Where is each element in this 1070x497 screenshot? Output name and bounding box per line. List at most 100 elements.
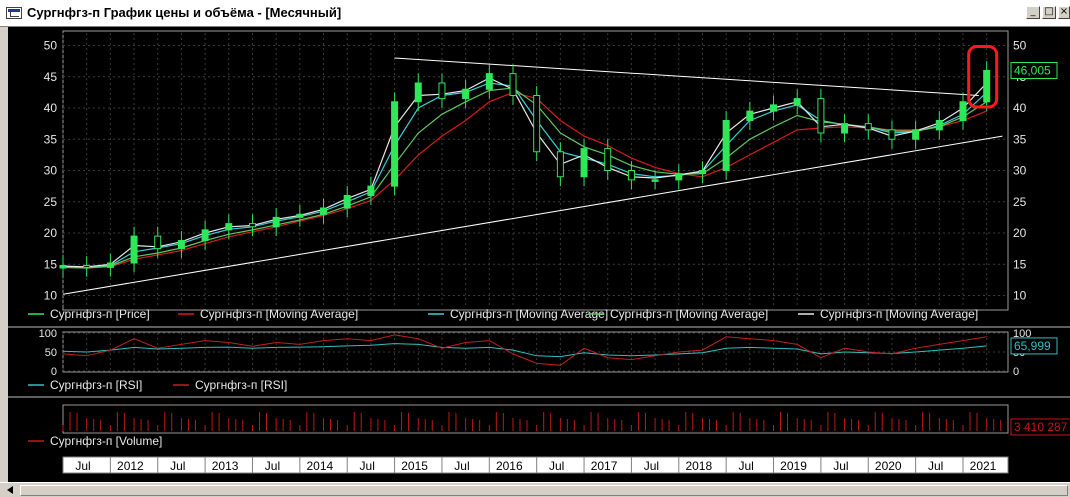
price-y-tick-left: 10	[44, 289, 58, 303]
x-axis-label: Jul	[75, 459, 90, 473]
maximize-button[interactable]: □	[1042, 6, 1056, 19]
price-candle	[912, 129, 920, 140]
price-candle	[130, 235, 138, 264]
price-y-tick-left: 20	[44, 226, 58, 240]
price-candle	[793, 98, 801, 106]
price-candle	[864, 123, 872, 131]
legend-label: Сургнфгз-п [Volume]	[50, 434, 162, 448]
horizontal-scrollbar[interactable]	[0, 482, 1070, 497]
price-y-tick-left: 35	[44, 132, 58, 146]
x-axis-label: Jul	[928, 459, 943, 473]
price-candle	[343, 195, 351, 209]
x-axis-label: 2018	[685, 459, 712, 473]
rsi-line	[62, 343, 987, 358]
x-axis-label: 2020	[875, 459, 902, 473]
price-y-tick-right: 40	[1013, 101, 1027, 115]
price-y-tick-left: 50	[44, 39, 58, 53]
price-candle	[841, 123, 849, 134]
x-axis-label: Jul	[265, 459, 280, 473]
price-candle	[201, 229, 209, 241]
legend-label: Сургнфгз-п [RSI]	[195, 378, 287, 392]
price-candle	[983, 70, 991, 103]
price-candle	[177, 240, 185, 250]
close-button[interactable]: ×	[1058, 6, 1070, 19]
price-candle	[746, 110, 754, 121]
price-y-tick-left: 15	[44, 257, 58, 271]
last-price-value: 46,005	[1014, 64, 1051, 78]
window-title: Сургнфгз-п График цены и объёма - [Месяч…	[27, 5, 342, 20]
price-candle	[391, 101, 399, 187]
price-candle	[959, 101, 967, 121]
rsi-y-tick-left: 100	[39, 328, 57, 340]
price-candle	[533, 95, 541, 153]
trendline	[62, 135, 1003, 295]
price-candle	[106, 262, 114, 268]
price-candle	[556, 151, 564, 178]
price-candle	[320, 207, 328, 215]
price-y-tick-left: 30	[44, 164, 58, 178]
price-candle	[83, 265, 91, 268]
x-axis-label: Jul	[549, 459, 564, 473]
price-candle	[296, 213, 304, 218]
price-y-tick-right: 25	[1013, 195, 1027, 209]
scroll-left-icon[interactable]	[4, 485, 16, 495]
x-axis-label: Jul	[738, 459, 753, 473]
price-candle	[722, 120, 730, 171]
last-volume-value: 3 410 287	[1014, 420, 1068, 434]
x-axis-label: 2012	[117, 459, 144, 473]
chart-window-icon	[6, 7, 22, 19]
x-axis-label: Jul	[360, 459, 375, 473]
rsi-y-tick-right: 0	[1013, 366, 1019, 378]
price-candle	[248, 223, 256, 228]
price-candle	[225, 223, 233, 231]
legend-label: Сургнфгз-п [Moving Average]	[450, 307, 608, 321]
price-candle	[675, 173, 683, 181]
x-axis-label: 2017	[591, 459, 618, 473]
price-y-tick-left: 40	[44, 101, 58, 115]
scroll-thumb[interactable]	[20, 485, 1068, 496]
chart-canvas[interactable]: 50504545404035353030252520201515101046,0…	[8, 27, 1070, 482]
chart-area[interactable]: 50504545404035353030252520201515101046,0…	[8, 27, 1070, 482]
x-axis-label: 2019	[780, 459, 807, 473]
price-y-tick-right: 30	[1013, 164, 1027, 178]
price-candle	[154, 235, 162, 250]
price-candle	[604, 148, 612, 171]
price-y-tick-right: 35	[1013, 132, 1027, 146]
price-candle	[580, 148, 588, 178]
price-candle	[367, 185, 375, 196]
x-axis-label: Jul	[170, 459, 185, 473]
price-candle	[935, 120, 943, 131]
rsi-line	[62, 334, 987, 366]
price-candle	[698, 170, 706, 175]
x-axis-label: Jul	[454, 459, 469, 473]
title-bar: Сургнфгз-п График цены и объёма - [Месяч…	[0, 0, 1070, 27]
rsi-y-tick-left: 0	[51, 366, 57, 378]
price-candle	[59, 265, 67, 269]
price-candle	[485, 73, 493, 90]
price-candle	[817, 98, 825, 134]
x-axis-label: 2013	[212, 459, 239, 473]
trendline	[394, 57, 979, 96]
price-candle	[438, 82, 446, 100]
minimize-button[interactable]: _	[1026, 6, 1040, 19]
moving-average-line	[62, 87, 988, 269]
legend-label: Сургнфгз-п [RSI]	[50, 378, 142, 392]
price-candle	[770, 104, 778, 112]
x-axis-label: Jul	[644, 459, 659, 473]
price-candle	[651, 179, 659, 182]
last-rsi-value: 65,999	[1014, 339, 1051, 353]
price-candle	[462, 88, 470, 100]
x-axis-label: 2016	[496, 459, 523, 473]
legend-label: Сургнфгз-п [Moving Average]	[200, 307, 358, 321]
x-axis-label: 2014	[306, 459, 333, 473]
legend-label: Сургнфгз-п [Moving Average]	[610, 307, 768, 321]
rsi-y-tick-left: 50	[45, 347, 57, 359]
price-y-tick-right: 50	[1013, 39, 1027, 53]
price-candle	[627, 170, 635, 181]
x-axis-label: 2015	[401, 459, 428, 473]
x-axis-label: 2021	[970, 459, 997, 473]
price-y-tick-left: 25	[44, 195, 58, 209]
price-y-tick-left: 45	[44, 70, 58, 84]
price-candle	[888, 129, 896, 140]
price-candle	[509, 73, 517, 96]
